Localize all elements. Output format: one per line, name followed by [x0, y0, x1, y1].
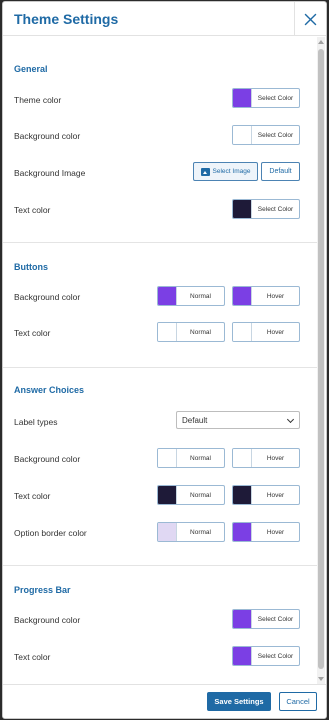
hover-label: Hover — [266, 328, 285, 336]
scroll-down-icon[interactable] — [318, 677, 324, 681]
vertical-scrollbar[interactable] — [317, 37, 325, 684]
dialog-header: Theme Settings — [3, 2, 326, 36]
color-swatch — [158, 486, 177, 504]
answers-bg-normal-picker[interactable]: Normal — [157, 448, 225, 468]
scrollbar-thumb[interactable] — [318, 49, 324, 669]
dialog-title: Theme Settings — [14, 11, 119, 27]
answers-bg-hover-picker[interactable]: Hover — [232, 448, 300, 468]
close-icon — [304, 13, 317, 25]
buttons-text-color-label: Text color — [14, 328, 51, 338]
buttons-bg-hover-picker[interactable]: Hover — [232, 286, 300, 306]
text-color-swatch — [233, 200, 252, 218]
color-swatch — [233, 647, 252, 665]
color-swatch — [233, 323, 252, 341]
normal-label: Normal — [190, 528, 211, 536]
select-image-button[interactable]: Select Image — [193, 162, 258, 181]
progress-text-color-picker[interactable]: Select Color — [232, 646, 300, 666]
select-color-label: Select Color — [257, 615, 294, 623]
normal-label: Normal — [190, 454, 211, 462]
label-types-label: Label types — [14, 417, 58, 427]
section-divider — [3, 565, 318, 566]
color-swatch — [233, 287, 252, 305]
section-title-answer-choices: Answer Choices — [14, 385, 85, 395]
theme-color-swatch — [233, 89, 252, 107]
buttons-bg-normal-picker[interactable]: Normal — [157, 286, 225, 306]
close-button[interactable] — [294, 2, 326, 36]
buttons-bg-color-label: Background color — [14, 292, 81, 302]
color-swatch — [158, 323, 177, 341]
color-swatch — [158, 523, 177, 541]
color-swatch — [233, 449, 252, 467]
select-color-label: Select Color — [257, 94, 294, 102]
answers-text-normal-picker[interactable]: Normal — [157, 485, 225, 505]
background-color-picker[interactable]: Select Color — [232, 125, 300, 145]
answers-bg-color-label: Background color — [14, 454, 81, 464]
color-swatch — [233, 610, 252, 628]
answers-text-color-label: Text color — [14, 491, 51, 501]
text-color-picker[interactable]: Select Color — [232, 199, 300, 219]
scroll-up-icon[interactable] — [318, 40, 324, 44]
hover-label: Hover — [266, 491, 285, 499]
select-image-label: Select Image — [212, 168, 251, 175]
normal-label: Normal — [190, 292, 211, 300]
color-swatch — [233, 486, 252, 504]
select-color-label: Select Color — [257, 205, 294, 213]
cancel-button[interactable]: Cancel — [279, 692, 317, 711]
answers-text-hover-picker[interactable]: Hover — [232, 485, 300, 505]
background-color-swatch — [233, 126, 252, 144]
buttons-text-normal-picker[interactable]: Normal — [157, 322, 225, 342]
theme-color-picker[interactable]: Select Color — [232, 88, 300, 108]
settings-scroll-area: General Theme color Select Color Backgro… — [3, 37, 318, 684]
theme-settings-dialog: Theme Settings General Theme color Selec… — [2, 1, 327, 719]
background-color-label: Background color — [14, 131, 81, 141]
normal-label: Normal — [190, 328, 211, 336]
hover-label: Hover — [266, 292, 285, 300]
label-types-value: Default — [182, 415, 208, 425]
option-border-color-label: Option border color — [14, 528, 87, 538]
select-color-label: Select Color — [257, 131, 294, 139]
chevron-down-icon — [286, 415, 295, 424]
dialog-footer: Save Settings Cancel — [3, 684, 326, 718]
background-image-label: Background Image — [14, 168, 86, 178]
buttons-text-hover-picker[interactable]: Hover — [232, 322, 300, 342]
image-icon — [200, 167, 210, 176]
label-types-select[interactable]: Default — [176, 411, 300, 429]
progress-text-color-label: Text color — [14, 652, 51, 662]
progress-bg-color-picker[interactable]: Select Color — [232, 609, 300, 629]
progress-bg-color-label: Background color — [14, 615, 81, 625]
color-swatch — [158, 287, 177, 305]
text-color-label: Text color — [14, 205, 51, 215]
section-title-general: General — [14, 64, 48, 74]
default-image-button[interactable]: Default — [261, 162, 300, 181]
section-divider — [3, 367, 318, 368]
section-title-buttons: Buttons — [14, 262, 48, 272]
normal-label: Normal — [190, 491, 211, 499]
section-title-progress-bar: Progress Bar — [14, 585, 71, 595]
theme-color-label: Theme color — [14, 95, 62, 105]
hover-label: Hover — [266, 454, 285, 462]
option-border-hover-picker[interactable]: Hover — [232, 522, 300, 542]
select-color-label: Select Color — [257, 652, 294, 660]
section-divider — [3, 242, 318, 243]
option-border-normal-picker[interactable]: Normal — [157, 522, 225, 542]
save-settings-button[interactable]: Save Settings — [207, 692, 271, 711]
hover-label: Hover — [266, 528, 285, 536]
color-swatch — [158, 449, 177, 467]
color-swatch — [233, 523, 252, 541]
